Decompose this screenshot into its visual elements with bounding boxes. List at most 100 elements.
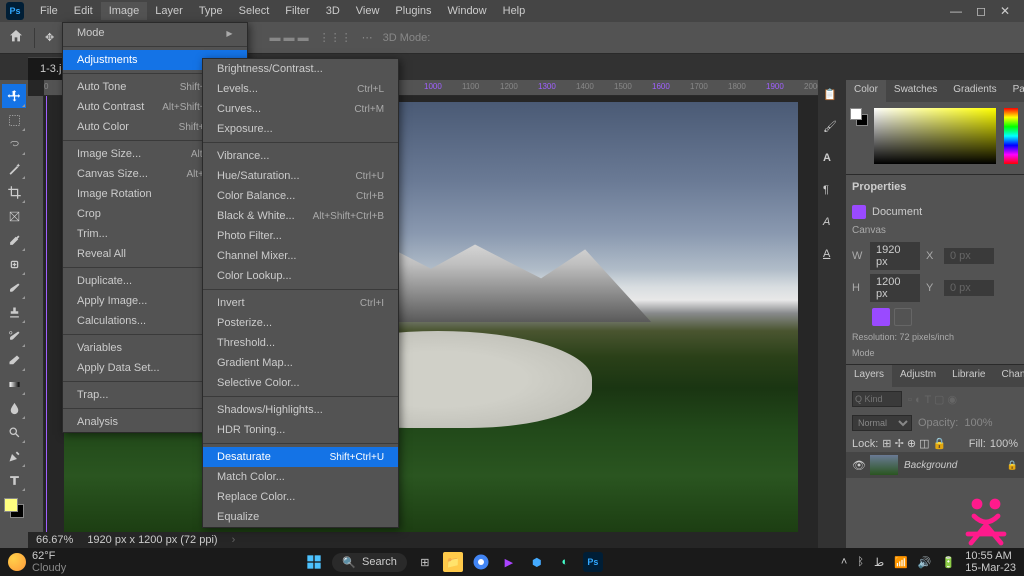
menu-item-equalize[interactable]: Equalize (203, 507, 398, 527)
menu-item-brightness-contrast[interactable]: Brightness/Contrast... (203, 59, 398, 79)
menu-item-hue-saturation[interactable]: Hue/Saturation...Ctrl+U (203, 166, 398, 186)
menu-item-vibrance[interactable]: Vibrance... (203, 146, 398, 166)
menu-item-color-lookup[interactable]: Color Lookup... (203, 266, 398, 286)
menu-layer[interactable]: Layer (147, 2, 191, 20)
layer-name[interactable]: Background (904, 460, 957, 471)
opacity-value[interactable]: 100% (964, 417, 992, 429)
close-button[interactable]: ✕ (1000, 4, 1010, 18)
menu-item-hdr-toning[interactable]: HDR Toning... (203, 420, 398, 440)
color-swatch[interactable] (4, 498, 24, 518)
y-value[interactable]: 0 px (944, 280, 994, 296)
menu-3d[interactable]: 3D (318, 2, 348, 20)
menu-item-black-white[interactable]: Black & White...Alt+Shift+Ctrl+B (203, 206, 398, 226)
blur-tool[interactable] (2, 396, 26, 420)
history-brush-tool[interactable] (2, 324, 26, 348)
eraser-tool[interactable] (2, 348, 26, 372)
type-tool[interactable] (2, 468, 26, 492)
menu-item-posterize[interactable]: Posterize... (203, 313, 398, 333)
tab-color[interactable]: Color (846, 80, 886, 102)
history-icon[interactable]: 📋 (823, 88, 841, 106)
tab-swatches[interactable]: Swatches (886, 80, 945, 102)
menu-item-exposure[interactable]: Exposure... (203, 119, 398, 139)
menu-item-channel-mixer[interactable]: Channel Mixer... (203, 246, 398, 266)
menu-item-levels[interactable]: Levels...Ctrl+L (203, 79, 398, 99)
layer-item[interactable]: 👁 Background 🔒 (846, 452, 1024, 478)
orientation-portrait-icon[interactable] (872, 308, 890, 326)
app-icon-1[interactable]: ▶ (499, 552, 519, 572)
marquee-tool[interactable] (2, 108, 26, 132)
width-value[interactable]: 1920 px (870, 242, 920, 270)
chrome-icon[interactable] (471, 552, 491, 572)
menu-item-color-balance[interactable]: Color Balance...Ctrl+B (203, 186, 398, 206)
tab-channe[interactable]: Channe (994, 365, 1024, 387)
color-picker[interactable] (874, 108, 996, 164)
tab-adjustm[interactable]: Adjustm (892, 365, 944, 387)
menu-view[interactable]: View (348, 2, 388, 20)
eyedropper-tool[interactable] (2, 228, 26, 252)
styles-icon[interactable]: A̲ (823, 248, 841, 266)
start-button[interactable] (304, 552, 324, 572)
task-view-icon[interactable]: ⊞ (415, 552, 435, 572)
menu-filter[interactable]: Filter (277, 2, 317, 20)
menu-item-photo-filter[interactable]: Photo Filter... (203, 226, 398, 246)
glyphs-icon[interactable]: A (823, 216, 841, 234)
menu-help[interactable]: Help (495, 2, 534, 20)
menu-item-mode[interactable]: Mode▶ (63, 23, 247, 43)
menu-item-replace-color[interactable]: Replace Color... (203, 487, 398, 507)
x-value[interactable]: 0 px (944, 248, 994, 264)
menu-image[interactable]: Image (101, 2, 148, 20)
menu-item-curves[interactable]: Curves...Ctrl+M (203, 99, 398, 119)
character-icon[interactable]: A (823, 152, 841, 170)
tab-librarie[interactable]: Librarie (944, 365, 993, 387)
menu-item-desaturate[interactable]: DesaturateShift+Ctrl+U (203, 447, 398, 467)
visibility-icon[interactable]: 👁 (852, 459, 864, 472)
taskbar-search[interactable]: 🔍Search (332, 553, 407, 572)
layer-filter-input[interactable] (852, 391, 902, 407)
zoom-level[interactable]: 66.67% (36, 534, 73, 546)
hue-slider[interactable] (1004, 108, 1018, 164)
menu-type[interactable]: Type (191, 2, 231, 20)
tab-layers[interactable]: Layers (846, 365, 892, 387)
height-value[interactable]: 1200 px (870, 274, 920, 302)
lock-icon[interactable]: 🔒 (1007, 460, 1018, 471)
battery-icon[interactable]: 🔋 (942, 556, 956, 569)
menu-file[interactable]: File (32, 2, 66, 20)
menu-item-invert[interactable]: InvertCtrl+I (203, 293, 398, 313)
menu-window[interactable]: Window (440, 2, 495, 20)
orientation-landscape-icon[interactable] (894, 308, 912, 326)
menu-item-gradient-map[interactable]: Gradient Map... (203, 353, 398, 373)
crop-tool[interactable] (2, 180, 26, 204)
menu-select[interactable]: Select (231, 2, 278, 20)
dodge-tool[interactable] (2, 420, 26, 444)
paragraph-icon[interactable]: ¶ (823, 184, 841, 202)
weather-widget[interactable]: 62°FCloudy (8, 550, 66, 574)
volume-icon[interactable]: 🔊 (918, 556, 932, 569)
menu-item-match-color[interactable]: Match Color... (203, 467, 398, 487)
mini-swatch[interactable] (850, 108, 868, 126)
lock-icons[interactable]: ⊞ ✢ ⊕ ◫ 🔒 (882, 437, 946, 450)
stamp-tool[interactable] (2, 300, 26, 324)
fill-value[interactable]: 100% (990, 438, 1018, 450)
ruler-vertical[interactable] (28, 96, 44, 548)
menu-item-selective-color[interactable]: Selective Color... (203, 373, 398, 393)
wifi-icon[interactable]: 📶 (894, 556, 908, 569)
app-icon-2[interactable]: ⬢ (527, 552, 547, 572)
brushes-icon[interactable]: 🖌 (823, 120, 841, 138)
healing-tool[interactable] (2, 252, 26, 276)
frame-tool[interactable] (2, 204, 26, 228)
minimize-button[interactable]: — (950, 4, 962, 18)
home-icon[interactable] (8, 28, 24, 47)
menu-plugins[interactable]: Plugins (387, 2, 439, 20)
blend-mode-select[interactable]: Normal (852, 415, 912, 431)
tab-patterns[interactable]: Patterns (1005, 80, 1024, 102)
tab-gradients[interactable]: Gradients (945, 80, 1004, 102)
clock[interactable]: 10:55 AM15-Mar-23 (965, 550, 1016, 574)
wand-tool[interactable] (2, 156, 26, 180)
pen-tool[interactable] (2, 444, 26, 468)
menu-item-shadows-highlights[interactable]: Shadows/Highlights... (203, 400, 398, 420)
tray-chevron-icon[interactable]: ˄ (841, 556, 847, 568)
menu-item-threshold[interactable]: Threshold... (203, 333, 398, 353)
photoshop-taskbar-icon[interactable]: Ps (583, 552, 603, 572)
language-indicator[interactable]: ط (874, 556, 884, 569)
document-info[interactable]: 1920 px x 1200 px (72 ppi) (87, 534, 217, 546)
